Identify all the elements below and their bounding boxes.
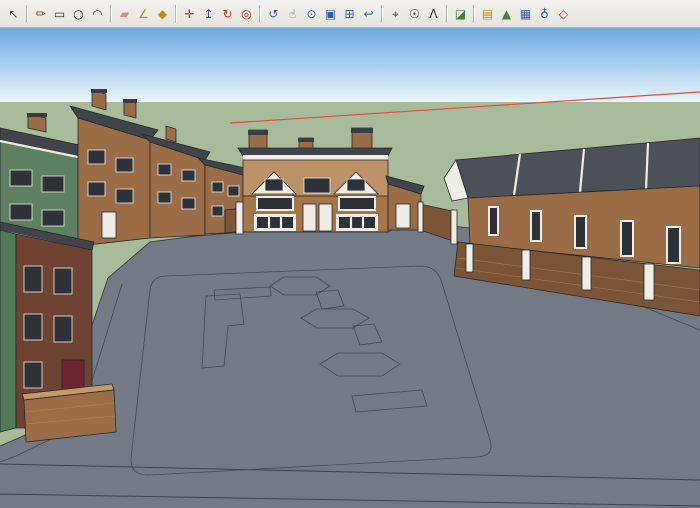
push-pull-tool-button[interactable]: ↥ <box>200 4 218 24</box>
orbit-tool-button[interactable]: ↺ <box>265 4 283 24</box>
preview-earth-button[interactable]: ♁ <box>536 4 554 24</box>
eraser-tool-button[interactable]: ▰ <box>116 4 134 24</box>
paint-bucket-tool-button[interactable]: ◆ <box>154 4 172 24</box>
get-models-button[interactable]: ◇ <box>555 4 573 24</box>
zoom-window-tool-button[interactable]: ▣ <box>322 4 340 24</box>
front-door <box>303 204 316 231</box>
toolbar-separator <box>259 5 261 23</box>
center-window <box>304 178 330 193</box>
section-plane-tool-button[interactable]: ◪ <box>452 4 470 24</box>
fascia <box>243 155 388 160</box>
toggle-terrain-button[interactable]: ▲ <box>498 4 516 24</box>
toolbar-separator <box>175 5 177 23</box>
roof <box>238 148 392 156</box>
look-around-tool-button[interactable]: ☉ <box>406 4 424 24</box>
get-current-view-button[interactable]: ▤ <box>479 4 497 24</box>
rotate-tool-button[interactable]: ↻ <box>219 4 237 24</box>
zoom-extents-tool-button[interactable]: ⊞ <box>341 4 359 24</box>
toolbar-separator <box>446 5 448 23</box>
model-scene[interactable] <box>0 28 700 508</box>
rectangle-tool-button[interactable]: ▭ <box>51 4 69 24</box>
toolbar-separator <box>381 5 383 23</box>
toolbar-separator <box>110 5 112 23</box>
front-door <box>319 204 332 231</box>
3d-viewport[interactable] <box>0 28 700 508</box>
arc-tool-button[interactable]: ◠ <box>89 4 107 24</box>
pan-tool-button[interactable]: ☝ <box>284 4 302 24</box>
move-tool-button[interactable]: ✛ <box>181 4 199 24</box>
sketchup-window: ↖ ✏ ▭ ○ ◠ ▰ ∠ ◆ ✛ ↥ ↻ ◎ ↺ ☝ ⊙ ▣ ⊞ ↩ ⌖ ☉ … <box>0 0 700 508</box>
toolbar-separator <box>473 5 475 23</box>
walk-tool-button[interactable]: Λ <box>425 4 443 24</box>
photo-textures-button[interactable]: ▦ <box>517 4 535 24</box>
line-tool-button[interactable]: ✏ <box>32 4 50 24</box>
main-toolbar: ↖ ✏ ▭ ○ ◠ ▰ ∠ ◆ ✛ ↥ ↻ ◎ ↺ ☝ ⊙ ▣ ⊞ ↩ ⌖ ☉ … <box>0 0 700 28</box>
green-side-wall <box>0 230 16 432</box>
toolbar-separator <box>26 5 28 23</box>
tape-measure-tool-button[interactable]: ∠ <box>135 4 153 24</box>
garden-wall-left <box>22 384 116 442</box>
previous-view-button[interactable]: ↩ <box>360 4 378 24</box>
select-tool-button[interactable]: ↖ <box>5 4 23 24</box>
position-camera-tool-button[interactable]: ⌖ <box>387 4 405 24</box>
circle-tool-button[interactable]: ○ <box>70 4 88 24</box>
offset-tool-button[interactable]: ◎ <box>238 4 256 24</box>
zoom-tool-button[interactable]: ⊙ <box>303 4 321 24</box>
